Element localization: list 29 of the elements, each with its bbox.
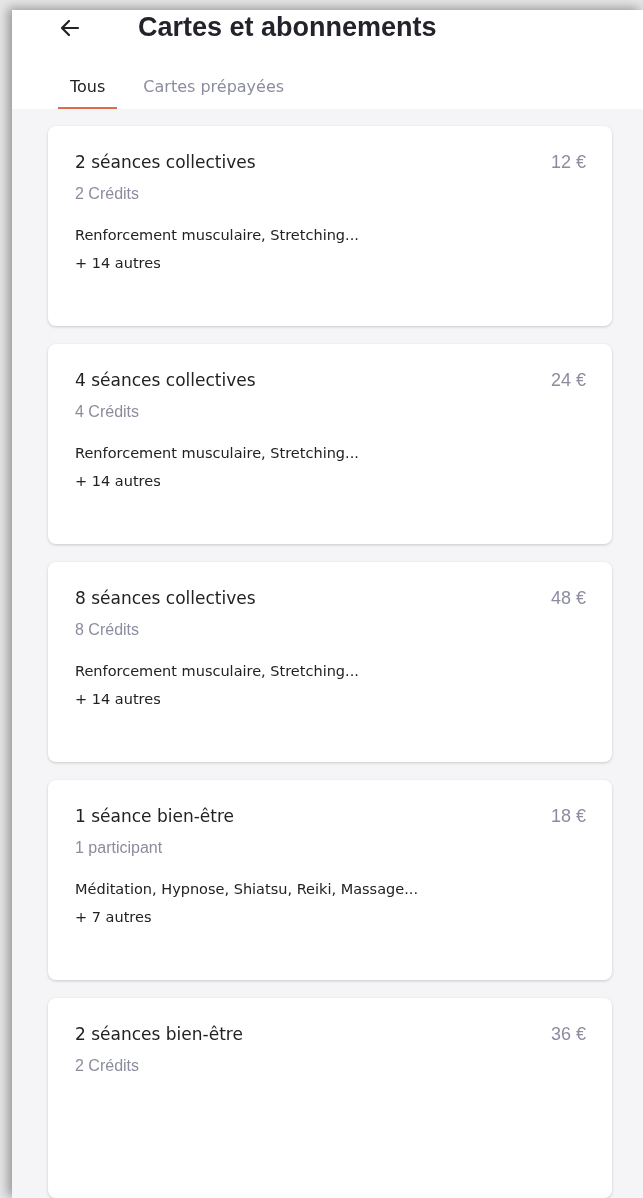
more-count: + 14 autres <box>75 255 161 271</box>
price: 48 € <box>550 588 586 609</box>
card-subtitle: 2 Crédits <box>75 1057 140 1075</box>
price: 36 € <box>550 1024 586 1045</box>
pass-card[interactable]: 4 séances collectives 24 € 4 Crédits Renforcement musculaire, Stretching... + 14 autres <box>48 344 612 544</box>
page-title: Cartes et abonnements <box>138 12 437 43</box>
price: 24 € <box>550 370 586 391</box>
activities-text: Renforcement musculaire, Stretching... <box>75 445 359 461</box>
card-title: 2 séances collectives <box>75 152 256 172</box>
price: 18 € <box>550 806 586 827</box>
activities-text: Renforcement musculaire, Stretching... <box>75 227 359 243</box>
pass-card[interactable]: 8 séances collectives 48 € 8 Crédits Renforcement musculaire, Stretching... + 14 autres <box>48 562 612 762</box>
more-count: + 14 autres <box>75 473 161 489</box>
activities-text: Méditation, Hypnose, Shiatsu, Reiki, Massage... <box>75 881 418 897</box>
card-title: 4 séances collectives <box>75 370 256 390</box>
more-count: + 14 autres <box>75 691 161 707</box>
card-subtitle: 8 Crédits <box>75 621 140 639</box>
card-title: 1 séance bien-être <box>75 806 235 826</box>
pass-card[interactable]: 2 séances collectives 12 € 2 Crédits Renforcement musculaire, Stretching... + 14 autres <box>48 126 612 326</box>
activities-text: Renforcement musculaire, Stretching... <box>75 663 359 679</box>
price: 12 € <box>550 152 586 173</box>
card-subtitle: 1 participant <box>75 839 163 857</box>
pass-card[interactable]: 1 séance bien-être 18 € 1 participant Méditation, Hypnose, Shiatsu, Reiki, Massage... + 7 autres <box>48 780 612 980</box>
pass-card[interactable]: 2 séances bien-être 36 € 2 Crédits <box>48 998 612 1198</box>
card-subtitle: 4 Crédits <box>75 403 140 421</box>
card-title: 8 séances collectives <box>75 588 256 608</box>
card-subtitle: 2 Crédits <box>75 185 140 203</box>
more-count: + 7 autres <box>75 909 152 925</box>
card-title: 2 séances bien-être <box>75 1024 243 1044</box>
